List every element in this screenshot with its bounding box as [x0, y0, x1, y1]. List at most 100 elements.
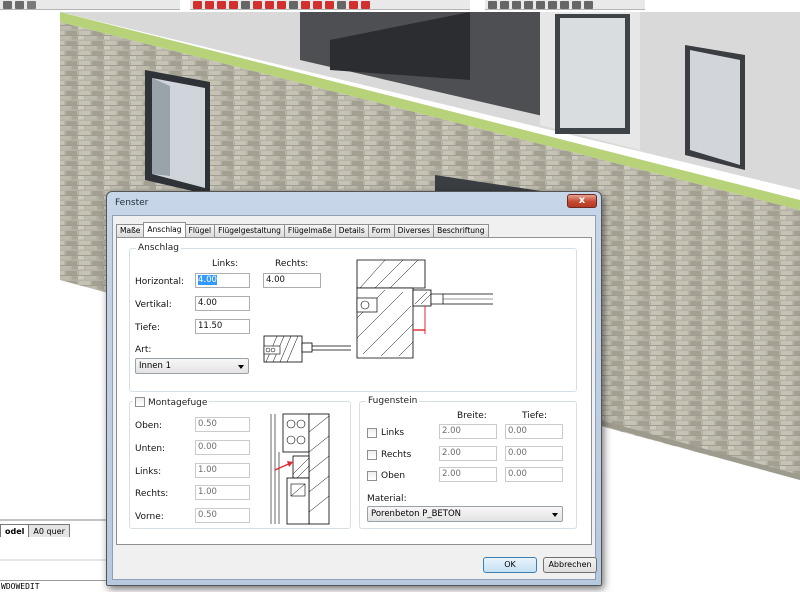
tiefe-links-input[interactable]: 11.50 [195, 319, 250, 334]
tool-icon[interactable] [349, 0, 358, 9]
montage-unten-input[interactable]: 0.00 [195, 440, 250, 455]
tool-icon[interactable] [277, 0, 286, 9]
vertikal-links-input[interactable]: 4.00 [195, 296, 250, 311]
rechts-column-label: Rechts: [275, 259, 309, 269]
fugenstein-oben-checkbox[interactable] [367, 471, 377, 481]
horizontal-links-value: 4.00 [198, 275, 217, 285]
tab-fluegel[interactable]: Flügel [184, 224, 216, 237]
tool-icon[interactable] [241, 0, 250, 9]
cad-toolbar-middle[interactable] [190, 0, 470, 10]
tool-icon[interactable] [584, 0, 593, 9]
tool-icon[interactable] [560, 0, 569, 9]
fugenstein-oben-breite-input[interactable]: 2.00 [439, 467, 497, 482]
tab-beschriftung[interactable]: Beschriftung [433, 224, 489, 237]
vorne-label: Vorne: [135, 512, 164, 522]
close-icon: x [578, 195, 586, 206]
links-label: Links: [135, 467, 162, 477]
montagefuge-title-wrap: Montagefuge [133, 395, 210, 409]
tool-icon[interactable] [301, 0, 310, 9]
tool-icon[interactable] [205, 0, 214, 9]
tool-icon[interactable] [500, 0, 509, 9]
ok-button[interactable]: OK [483, 557, 537, 573]
fugenstein-rechts-tiefe-input[interactable]: 0.00 [505, 446, 563, 461]
tool-icon[interactable] [193, 0, 202, 9]
horizontal-label: Horizontal: [135, 277, 184, 287]
tab-details[interactable]: Details [334, 224, 369, 237]
anschlag-tabpage: Anschlag Links: Rechts: Horizontal: 4.00… [116, 237, 592, 545]
fugenstein-oben-label[interactable]: Oben [381, 470, 405, 482]
fugenstein-links-label[interactable]: Links [381, 427, 404, 439]
anschlag-group-title: Anschlag [136, 242, 181, 254]
fugenstein-links-checkbox[interactable] [367, 428, 377, 438]
fugenstein-links-tiefe-input[interactable]: 0.00 [505, 424, 563, 439]
dialog-title[interactable]: Fenster [107, 192, 601, 214]
tool-icon[interactable] [488, 0, 497, 9]
layout-tab-a0-quer[interactable]: A0 quer [28, 524, 70, 537]
tab-anschlag[interactable]: Anschlag [143, 222, 186, 237]
material-select[interactable]: Porenbeton P_BETON [367, 506, 563, 522]
dialog-client: Maße Anschlag Flügel Flügelgestaltung Fl… [112, 215, 597, 580]
cancel-button[interactable]: Abbrechen [543, 557, 597, 573]
anschlag-preview-small [263, 335, 351, 363]
close-button[interactable]: x [567, 194, 597, 208]
oben-label: Oben: [135, 421, 163, 431]
tool-icon[interactable] [524, 0, 533, 9]
montagefuge-title[interactable]: Montagefuge [148, 398, 207, 408]
tool-icon[interactable] [325, 0, 334, 9]
tiefe-column-label: Tiefe: [522, 411, 547, 421]
montage-links-input[interactable]: 1.00 [195, 463, 250, 478]
material-label: Material: [367, 494, 407, 504]
links-column-label: Links: [212, 259, 239, 269]
tab-fluegelgestaltung[interactable]: Flügelgestaltung [214, 224, 285, 237]
chevron-down-icon [552, 513, 558, 517]
tool-icon[interactable] [289, 0, 298, 9]
tab-fluegelmasse[interactable]: Flügelmaße [283, 224, 336, 237]
fugenstein-oben-tiefe-input[interactable]: 0.00 [505, 467, 563, 482]
montagefuge-preview [270, 413, 330, 525]
tab-strip: Maße Anschlag Flügel Flügelgestaltung Fl… [116, 222, 489, 237]
tool-icon[interactable] [548, 0, 557, 9]
art-label: Art: [135, 345, 152, 355]
layout-tab-model[interactable]: odel [0, 524, 30, 537]
tool-icon[interactable] [361, 0, 370, 9]
tool-icon[interactable] [572, 0, 581, 9]
art-select[interactable]: Innen 1 [135, 358, 249, 374]
montage-oben-input[interactable]: 0.50 [195, 417, 250, 432]
tool-icon[interactable] [27, 0, 36, 9]
tool-icon[interactable] [253, 0, 262, 9]
unten-label: Unten: [135, 444, 166, 454]
fugenstein-rechts-checkbox[interactable] [367, 450, 377, 460]
art-select-value: Innen 1 [139, 361, 172, 371]
fugenstein-rechts-label[interactable]: Rechts [381, 449, 411, 461]
material-select-value: Porenbeton P_BETON [371, 509, 462, 519]
tool-icon[interactable] [3, 0, 12, 9]
tool-icon[interactable] [536, 0, 545, 9]
tool-icon[interactable] [313, 0, 322, 9]
anschlag-preview-large [356, 259, 493, 359]
tab-form[interactable]: Form [367, 224, 395, 237]
montagefuge-checkbox[interactable] [135, 397, 145, 407]
tool-icon[interactable] [229, 0, 238, 9]
cad-toolbar-left[interactable] [0, 0, 180, 10]
cad-toolbar-right[interactable] [485, 0, 645, 10]
chevron-down-icon [238, 365, 244, 369]
tab-diverses[interactable]: Diverses [393, 224, 435, 237]
fenster-dialog: Fenster x Maße Anschlag Flügel Flügelges… [106, 191, 602, 586]
fugenstein-rechts-breite-input[interactable]: 2.00 [439, 446, 497, 461]
breite-column-label: Breite: [457, 411, 487, 421]
vertikal-label: Vertikal: [135, 300, 172, 310]
rechts-label: Rechts: [135, 489, 169, 499]
tool-icon[interactable] [337, 0, 346, 9]
montage-rechts-input[interactable]: 1.00 [195, 485, 250, 500]
fugenstein-links-breite-input[interactable]: 2.00 [439, 424, 497, 439]
horizontal-links-input[interactable]: 4.00 [195, 273, 250, 288]
tool-icon[interactable] [15, 0, 24, 9]
tab-masse[interactable]: Maße [116, 224, 145, 237]
command-line[interactable]: WDOWEDIT [0, 580, 110, 591]
montage-vorne-input[interactable]: 0.50 [195, 508, 250, 523]
horizontal-rechts-input[interactable]: 4.00 [263, 273, 321, 288]
tool-icon[interactable] [512, 0, 521, 9]
tiefe-label: Tiefe: [135, 323, 160, 333]
tool-icon[interactable] [265, 0, 274, 9]
tool-icon[interactable] [217, 0, 226, 9]
